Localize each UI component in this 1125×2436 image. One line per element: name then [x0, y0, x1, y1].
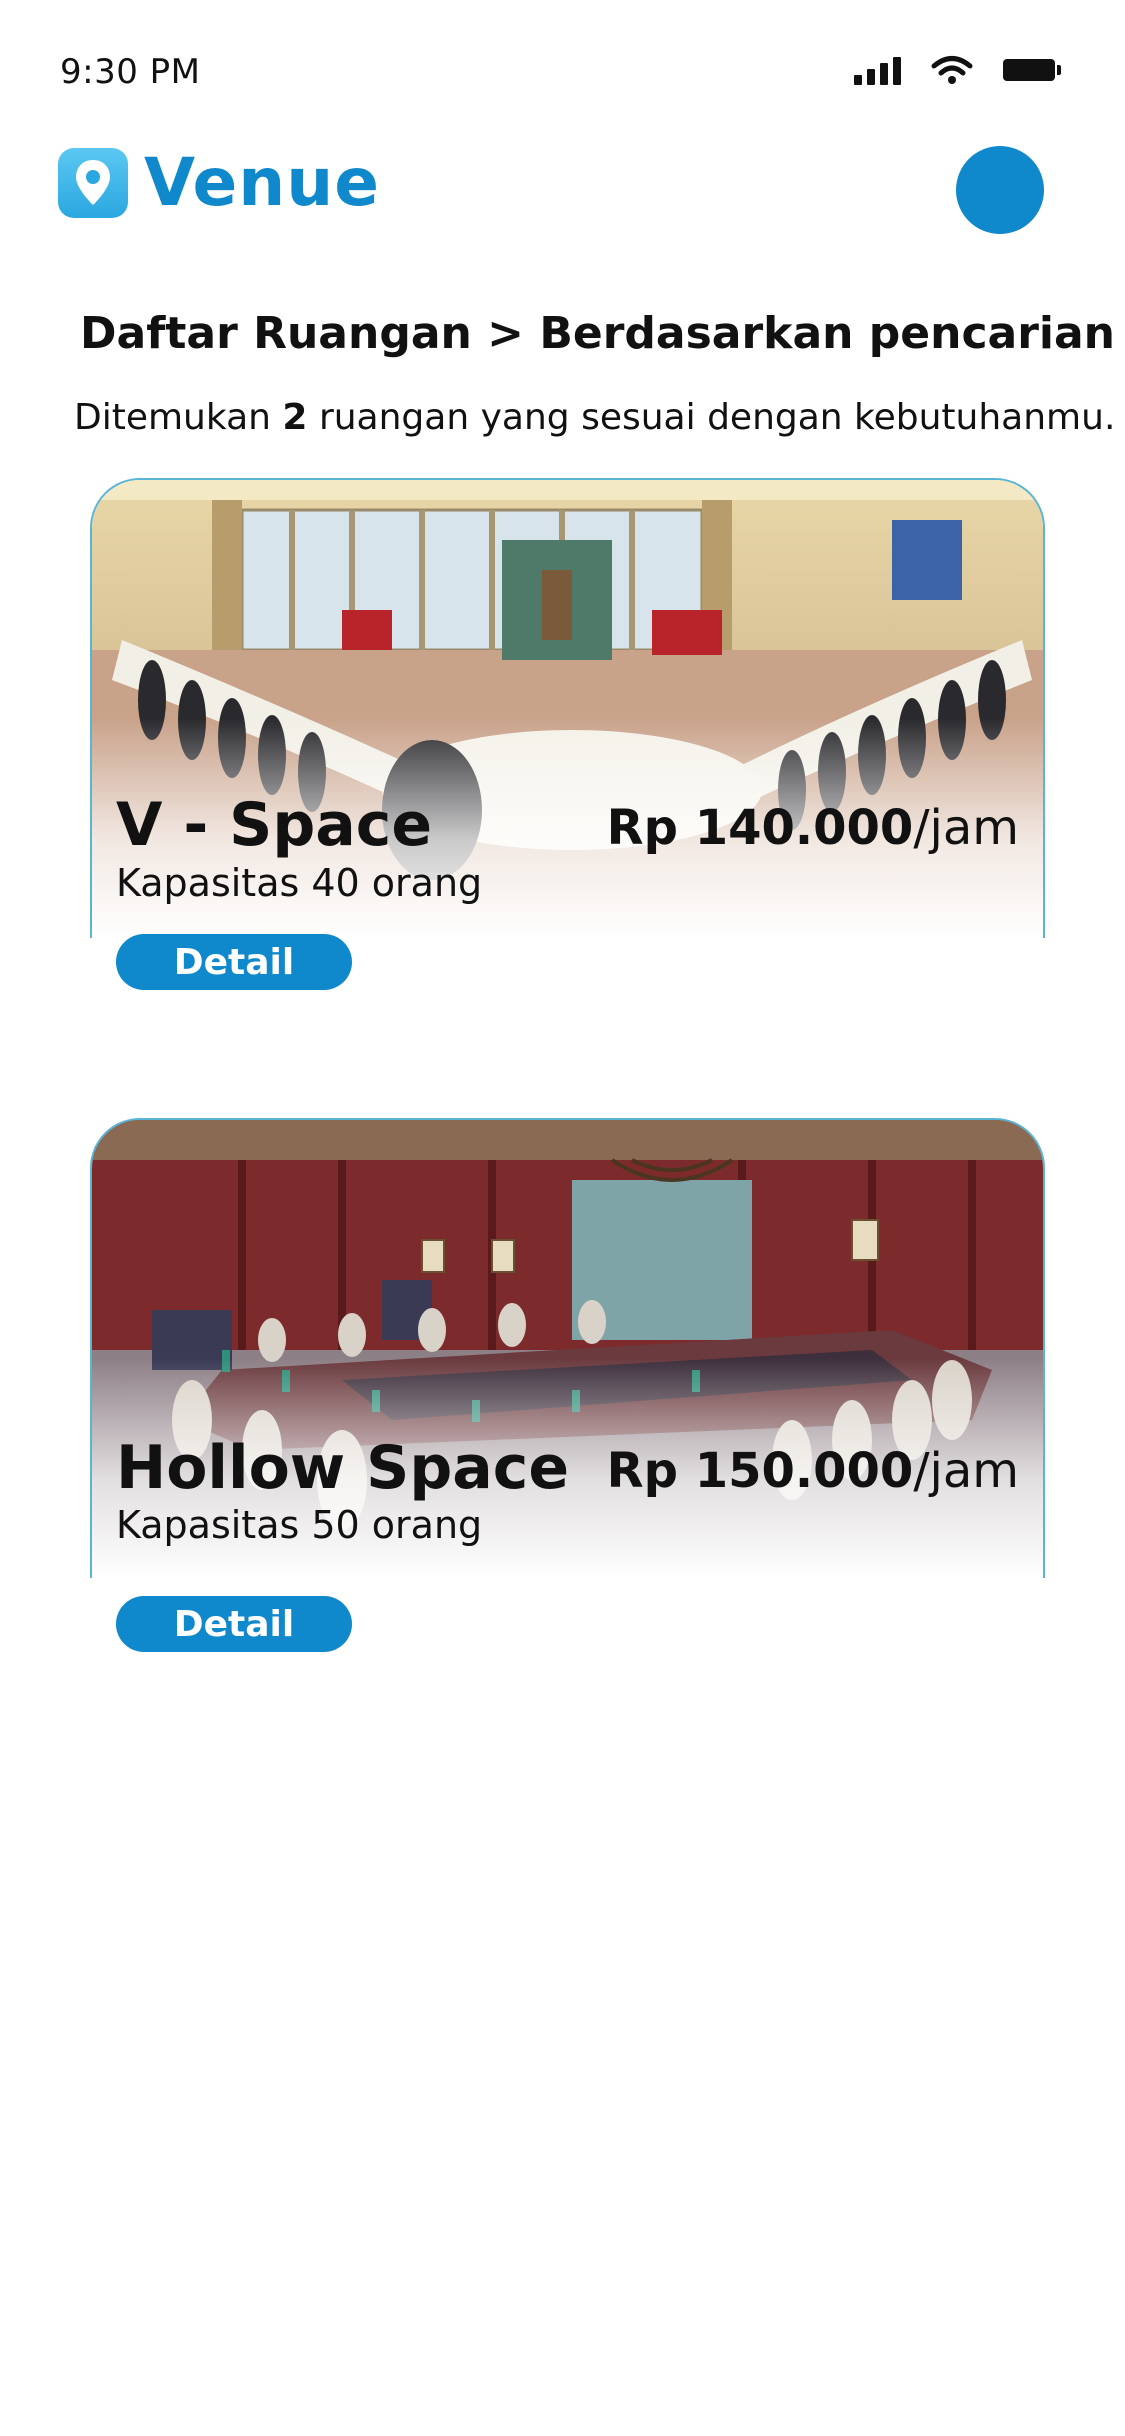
- avatar[interactable]: [956, 146, 1044, 234]
- room-price-amount: Rp 140.000: [606, 800, 914, 856]
- wifi-icon: [931, 56, 973, 84]
- results-suffix: ruangan yang sesuai dengan kebutuhanmu.: [318, 397, 1116, 438]
- app-header: Venue: [0, 130, 1125, 260]
- results-summary: Ditemukan 2 ruangan yang sesuai dengan k…: [74, 397, 1115, 438]
- app-logo[interactable]: Venue: [58, 144, 380, 221]
- room-capacity: Kapasitas 50 orang: [116, 1503, 483, 1547]
- results-count: 2: [282, 397, 308, 438]
- signal-icon: [854, 55, 901, 85]
- room-name: Hollow Space: [116, 1433, 570, 1503]
- room-price-amount: Rp 150.000: [606, 1443, 914, 1499]
- room-name: V - Space: [116, 790, 433, 860]
- room-price-unit: /jam: [913, 800, 1019, 856]
- app-name: Venue: [144, 144, 380, 221]
- location-pin-icon: [58, 147, 128, 218]
- detail-button[interactable]: Detail: [116, 934, 352, 990]
- status-icons: [854, 55, 1061, 85]
- battery-icon: [1003, 59, 1061, 81]
- room-price-unit: /jam: [913, 1443, 1019, 1499]
- room-price: Rp 150.000/jam: [607, 1443, 1019, 1499]
- room-price: Rp 140.000/jam: [607, 800, 1019, 856]
- detail-button[interactable]: Detail: [116, 1596, 352, 1652]
- room-capacity: Kapasitas 40 orang: [116, 861, 483, 905]
- breadcrumb: Daftar Ruangan > Berdasarkan pencarian: [80, 308, 1116, 359]
- status-bar: 9:30 PM: [0, 0, 1125, 140]
- status-time: 9:30 PM: [60, 52, 201, 92]
- results-prefix: Ditemukan: [74, 397, 271, 438]
- room-card: V - Space Rp 140.000/jam Kapasitas 40 or…: [90, 478, 1045, 998]
- room-card: Hollow Space Rp 150.000/jam Kapasitas 50…: [90, 1118, 1045, 1658]
